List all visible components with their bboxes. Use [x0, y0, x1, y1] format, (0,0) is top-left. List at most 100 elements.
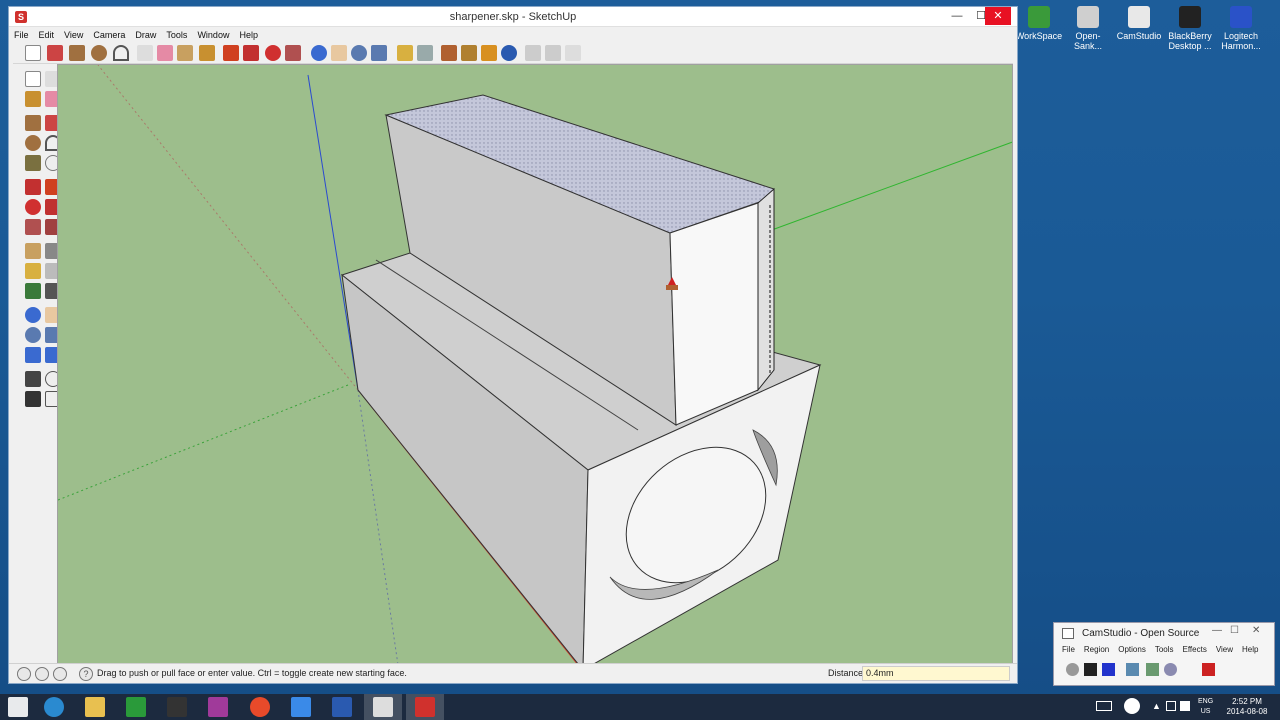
title-bar[interactable]: S sharpener.skp - SketchUp — ☐ ✕ — [9, 7, 1017, 27]
close-button[interactable]: ✕ — [985, 7, 1011, 25]
push-pull-tool-icon[interactable] — [223, 45, 239, 61]
camstudio-maximize-button[interactable]: ☐ — [1230, 625, 1239, 636]
camstudio-taskbar-icon[interactable] — [373, 697, 393, 717]
sketchup-taskbar-icon[interactable] — [415, 697, 435, 717]
taskbar-clock[interactable]: 2:52 PM 2014-08-08 — [1222, 697, 1272, 717]
camstudio-menu-tools[interactable]: Tools — [1155, 645, 1174, 654]
menu-camera[interactable]: Camera — [88, 28, 130, 42]
stop-icon[interactable] — [1102, 663, 1115, 676]
webcam-icon[interactable] — [1164, 663, 1177, 676]
menu-help[interactable]: Help — [234, 28, 263, 42]
windows-start-icon[interactable] — [8, 697, 28, 717]
share-model-icon[interactable] — [525, 45, 541, 61]
select-tool-icon[interactable] — [25, 45, 41, 61]
region-icon[interactable] — [1126, 663, 1139, 676]
desktop-icon-workspace[interactable]: WorkSpace — [1014, 6, 1064, 41]
camstudio-menu-region[interactable]: Region — [1084, 645, 1109, 654]
word-icon[interactable] — [332, 697, 352, 717]
language-bottom: US — [1200, 708, 1211, 715]
menu-draw[interactable]: Draw — [130, 28, 161, 42]
move-palette-icon[interactable] — [25, 179, 41, 195]
rotate-palette-icon[interactable] — [25, 199, 41, 215]
network-icon[interactable] — [1166, 701, 1176, 711]
walk-palette-icon[interactable] — [25, 391, 41, 407]
onenote-icon[interactable] — [208, 697, 228, 717]
minimize-button[interactable]: — — [945, 7, 969, 25]
language-indicator[interactable]: ENG US — [1198, 697, 1213, 717]
geo-location-icon[interactable] — [17, 667, 31, 681]
toggle-terrain-icon[interactable] — [461, 45, 477, 61]
help-tray-icon[interactable] — [1124, 698, 1140, 714]
user-icon[interactable] — [53, 667, 67, 681]
volume-icon[interactable] — [1180, 701, 1190, 711]
paint-bucket-tool-icon[interactable] — [199, 45, 215, 61]
offset-tool-icon[interactable] — [285, 45, 301, 61]
component-tool-icon[interactable] — [137, 45, 153, 61]
keyboard-icon[interactable] — [1096, 701, 1112, 711]
file-explorer-icon[interactable] — [85, 697, 105, 717]
rocket-app-icon[interactable] — [291, 697, 311, 717]
circle-tool-icon[interactable] — [91, 45, 107, 61]
camstudio-menu-file[interactable]: File — [1062, 645, 1075, 654]
extension-warehouse-icon[interactable] — [545, 45, 561, 61]
menu-file[interactable]: File — [9, 28, 34, 42]
rectangle-palette-icon[interactable] — [25, 115, 41, 131]
protractor-palette-icon[interactable] — [25, 263, 41, 279]
zoom-tool-icon[interactable] — [351, 45, 367, 61]
scale-palette-icon[interactable] — [25, 219, 41, 235]
tape-measure-tool-icon[interactable] — [177, 45, 193, 61]
arc-tool-icon[interactable] — [113, 45, 129, 61]
paint-palette-icon[interactable] — [25, 91, 41, 107]
store-icon[interactable] — [126, 697, 146, 717]
menu-window[interactable]: Window — [192, 28, 234, 42]
axes-palette-icon[interactable] — [25, 283, 41, 299]
previous-view-icon[interactable] — [397, 45, 413, 61]
camstudio-close-button[interactable]: ✕ — [1252, 625, 1260, 636]
camstudio-menu-view[interactable]: View — [1216, 645, 1233, 654]
desktop-icon-open-sankore[interactable]: Open-Sank... — [1063, 6, 1113, 51]
warehouse-icon[interactable] — [501, 45, 517, 61]
credits-icon[interactable] — [35, 667, 49, 681]
zoom-extents-tool-icon[interactable] — [371, 45, 387, 61]
media-app-icon[interactable] — [167, 697, 187, 717]
annotation-icon[interactable] — [1146, 663, 1159, 676]
chrome-icon[interactable] — [250, 697, 270, 717]
camstudio-menu-help[interactable]: Help — [1242, 645, 1258, 654]
model-viewport[interactable] — [57, 64, 1013, 664]
position-camera-palette-icon[interactable] — [25, 371, 41, 387]
measurements-input[interactable]: 0.4mm — [862, 666, 1010, 681]
help-icon[interactable]: ? — [79, 667, 93, 681]
camstudio-menu-effects[interactable]: Effects — [1183, 645, 1207, 654]
rectangle-tool-icon[interactable] — [69, 45, 85, 61]
select-palette-icon[interactable] — [25, 71, 41, 87]
menu-view[interactable]: View — [59, 28, 88, 42]
desktop-icon-camstudio[interactable]: CamStudio — [1114, 6, 1164, 41]
orbit-tool-icon[interactable] — [311, 45, 327, 61]
internet-explorer-icon[interactable] — [44, 697, 64, 717]
pan-tool-icon[interactable] — [331, 45, 347, 61]
move-tool-icon[interactable] — [243, 45, 259, 61]
photo-textures-icon[interactable] — [481, 45, 497, 61]
menu-edit[interactable]: Edit — [34, 28, 60, 42]
record-icon[interactable] — [1066, 663, 1079, 676]
eraser-tool-icon[interactable] — [157, 45, 173, 61]
pause-icon[interactable] — [1084, 663, 1097, 676]
next-view-icon[interactable] — [417, 45, 433, 61]
desktop-icon-logitech[interactable]: Logitech Harmon... — [1216, 6, 1266, 51]
orbit-palette-icon[interactable] — [25, 307, 41, 323]
circle-palette-icon[interactable] — [25, 135, 41, 151]
polygon-palette-icon[interactable] — [25, 155, 41, 171]
rotate-tool-icon[interactable] — [265, 45, 281, 61]
menu-tools[interactable]: Tools — [161, 28, 192, 42]
desktop-icon-blackberry[interactable]: BlackBerry Desktop ... — [1165, 6, 1215, 51]
pencil-tool-icon[interactable] — [47, 45, 63, 61]
tape-measure-palette-icon[interactable] — [25, 243, 41, 259]
zoom-extents-palette-icon[interactable] — [25, 347, 41, 363]
exit-icon[interactable] — [1202, 663, 1215, 676]
zoom-palette-icon[interactable] — [25, 327, 41, 343]
layout-send-icon[interactable] — [565, 45, 581, 61]
tray-arrow-icon[interactable]: ▲ — [1152, 701, 1161, 711]
camstudio-menu-options[interactable]: Options — [1118, 645, 1146, 654]
add-location-icon[interactable] — [441, 45, 457, 61]
camstudio-minimize-button[interactable]: — — [1212, 625, 1222, 636]
